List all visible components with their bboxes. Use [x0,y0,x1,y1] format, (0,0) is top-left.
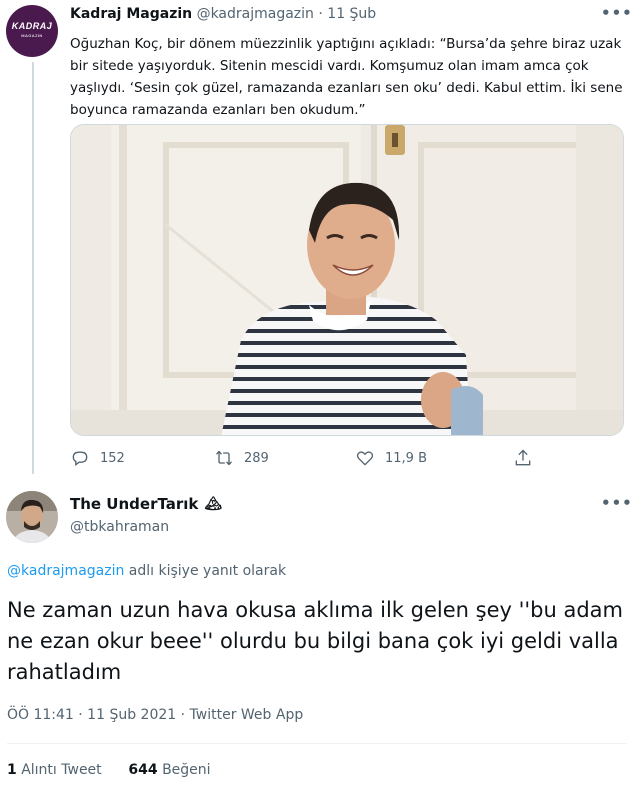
quote-tweet-label: Alıntı Tweet [21,762,102,778]
author-handle[interactable]: @kadrajmagazin [197,6,314,22]
share-action[interactable] [513,448,533,468]
reply-icon [72,451,88,466]
author-name[interactable]: Kadraj Magazin [70,6,192,22]
retweet-action[interactable]: 289 [214,448,269,468]
reply-author-name-row[interactable]: The UnderTarık 🏔 [70,495,222,513]
kadraj-logo: KADRAJ MAGAZIN [11,21,53,38]
like-label: Beğeni [162,762,211,778]
share-icon [515,449,531,466]
tweet-text: Ne zaman uzun hava okusa aklıma ilk gele… [7,598,623,684]
parent-tweet[interactable]: KADRAJ MAGAZIN Kadraj Magazin @kadrajmag… [0,0,635,474]
profile-photo [6,491,58,543]
replying-to-mention[interactable]: @kadrajmagazin [7,563,124,579]
retweet-count: 289 [244,450,269,466]
mountain-icon: 🏔 [204,496,223,512]
replying-to: @kadrajmagazin adlı kişiye yanıt olarak [7,563,286,579]
author-handle[interactable]: @tbkahraman [70,519,169,535]
tweet-header: Kadraj Magazin @kadrajmagazin · 11 Şub [70,6,376,22]
heart-icon [356,451,374,466]
like-count: 11,9 B [385,450,427,466]
quote-tweet-stat[interactable]: 1 Alıntı Tweet [7,762,102,778]
retweet-icon [215,450,233,466]
separator-dot: · [318,6,323,22]
tweet-photo[interactable] [70,124,624,436]
quote-tweet-count: 1 [7,762,17,778]
more-horizontal-icon[interactable]: ••• [601,4,633,22]
tweet-actions: 152 289 11,9 B [70,448,540,468]
tweet-date[interactable]: 11 Şub [327,6,376,22]
like-total: 644 [128,762,158,778]
like-action[interactable]: 11,9 B [355,448,427,468]
more-horizontal-icon[interactable]: ••• [601,494,633,512]
tweet-text: Oğuzhan Koç, bir dönem müezzinlik yaptığ… [70,36,623,118]
author-name[interactable]: The UnderTarık [70,495,198,513]
divider [7,743,627,744]
reply-action[interactable]: 152 [70,448,125,468]
thread-connector-line [32,62,34,474]
replying-to-label: adlı kişiye yanıt olarak [124,563,287,579]
avatar[interactable]: KADRAJ MAGAZIN [6,5,58,57]
avatar[interactable] [6,491,58,543]
tweet-stats: 1 Alıntı Tweet 644 Beğeni [7,762,211,778]
reply-count: 152 [100,450,125,466]
tweet-meta[interactable]: ÖÖ 11:41 · 11 Şub 2021 · Twitter Web App [7,707,303,723]
like-stat[interactable]: 644 Beğeni [128,762,210,778]
photo-illustration [71,125,623,435]
